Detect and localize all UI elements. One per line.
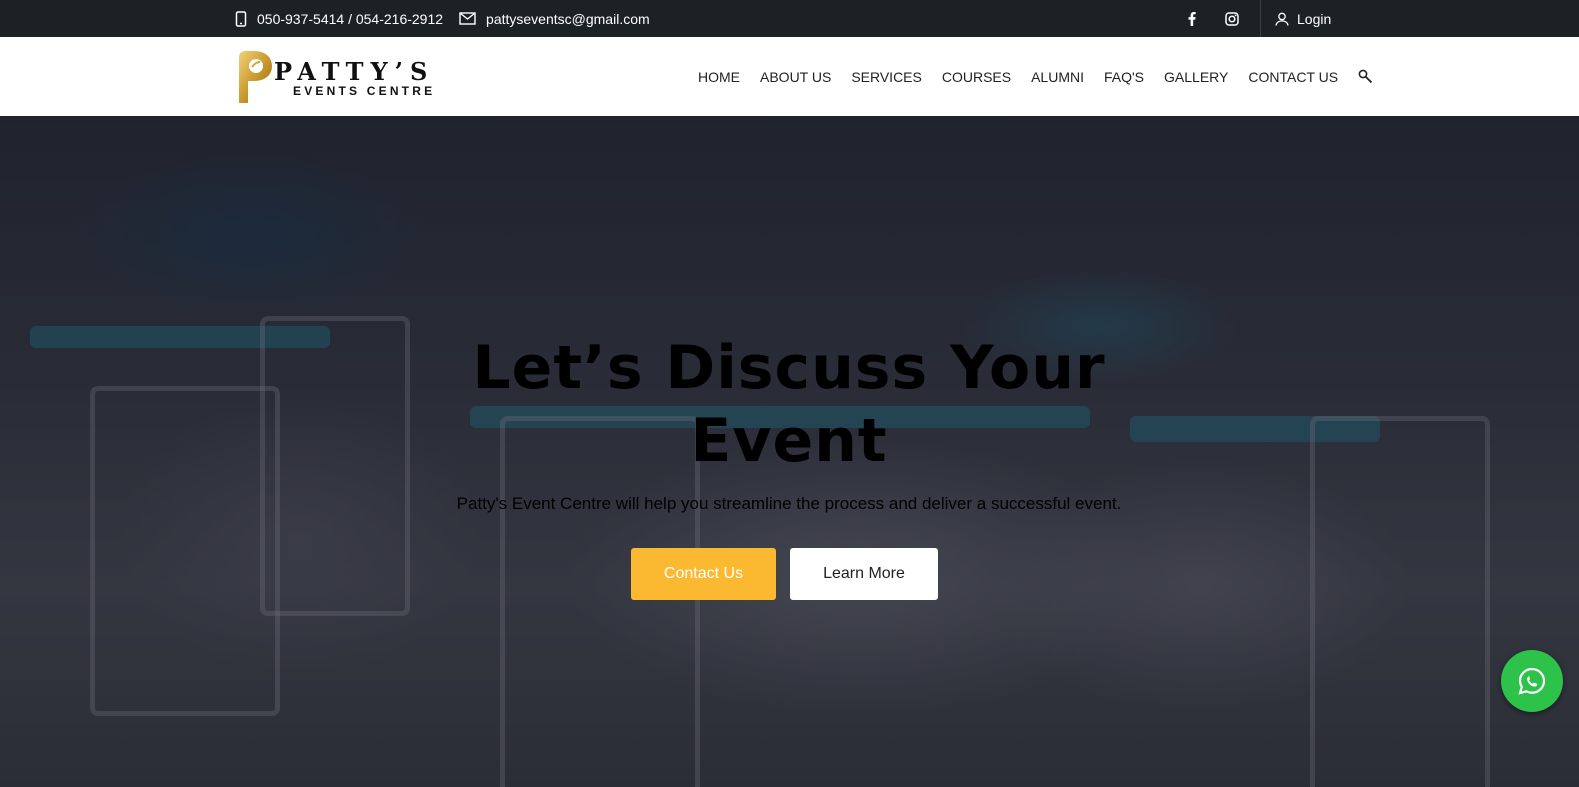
nav-contact-us[interactable]: CONTACT US [1248, 69, 1338, 85]
hero-subtitle: Patty's Event Centre will help you strea… [456, 494, 1122, 513]
site-header: PATTY’S EVENTS CENTRE HOME ABOUT US SERV… [0, 37, 1579, 116]
logo[interactable]: PATTY’S EVENTS CENTRE [236, 51, 456, 103]
hero-title: Let’s Discuss Your Event [389, 332, 1189, 478]
mail-icon [459, 12, 476, 25]
instagram-icon [1225, 11, 1239, 26]
phone-text: 050-937-5414 / 054-216-2912 [257, 10, 444, 27]
facebook-link[interactable] [1172, 0, 1212, 37]
phone-icon [235, 10, 247, 27]
email-text[interactable]: pattyseventsc@gmail.com [486, 11, 650, 27]
contact-us-button[interactable]: Contact Us [631, 548, 776, 600]
nav-courses[interactable]: COURSES [942, 69, 1011, 85]
logo-brand: PATTY’S [274, 57, 435, 86]
main-nav: HOME ABOUT US SERVICES COURSES ALUMNI FA… [688, 37, 1373, 116]
nav-about-us[interactable]: ABOUT US [760, 69, 831, 85]
whatsapp-icon [1518, 667, 1546, 695]
top-bar: 050-937-5414 / 054-216-2912 pattysevents… [0, 0, 1579, 37]
nav-faqs[interactable]: FAQ'S [1104, 69, 1144, 85]
nav-home[interactable]: HOME [698, 69, 740, 85]
facebook-icon [1188, 11, 1196, 26]
search-icon [1358, 69, 1373, 84]
phone-info: 050-937-5414 / 054-216-2912 [235, 11, 443, 27]
whatsapp-button[interactable] [1501, 650, 1563, 712]
nav-services[interactable]: SERVICES [851, 69, 922, 85]
top-contact: 050-937-5414 / 054-216-2912 pattysevents… [235, 0, 666, 37]
email-info[interactable]: pattyseventsc@gmail.com [459, 11, 650, 27]
learn-more-button[interactable]: Learn More [790, 548, 938, 600]
nav-alumni[interactable]: ALUMNI [1031, 69, 1084, 85]
hero-title-line-1: Let’s Discuss Your [472, 333, 1106, 403]
search-button[interactable] [1358, 69, 1373, 84]
instagram-link[interactable] [1212, 0, 1252, 37]
nav-gallery[interactable]: GALLERY [1164, 69, 1228, 85]
hero-title-line-2: Event [690, 406, 888, 476]
login-text[interactable]: Login [1297, 11, 1331, 27]
user-icon [1275, 12, 1289, 26]
login-link[interactable]: Login [1261, 11, 1331, 27]
logo-mark [239, 51, 272, 103]
logo-subtitle: EVENTS CENTRE [293, 84, 436, 98]
hero-section: Let’s Discuss Your Event Patty's Event C… [0, 116, 1579, 787]
top-right: Login [1172, 0, 1331, 37]
